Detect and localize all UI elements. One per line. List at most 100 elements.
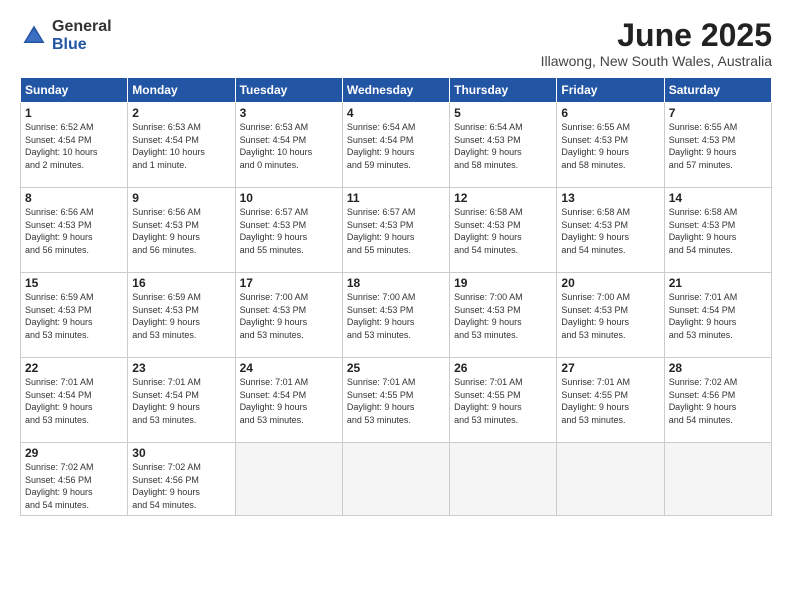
col-thursday: Thursday <box>450 78 557 103</box>
day-number: 18 <box>347 276 445 290</box>
table-row: 11Sunrise: 6:57 AM Sunset: 4:53 PM Dayli… <box>342 188 449 273</box>
day-info: Sunrise: 6:53 AM Sunset: 4:54 PM Dayligh… <box>240 121 338 171</box>
day-number: 16 <box>132 276 230 290</box>
table-row: 17Sunrise: 7:00 AM Sunset: 4:53 PM Dayli… <box>235 273 342 358</box>
calendar-page: General Blue June 2025 Illawong, New Sou… <box>0 0 792 612</box>
table-row: 2Sunrise: 6:53 AM Sunset: 4:54 PM Daylig… <box>128 103 235 188</box>
table-row <box>450 443 557 515</box>
table-row: 4Sunrise: 6:54 AM Sunset: 4:54 PM Daylig… <box>342 103 449 188</box>
table-row: 21Sunrise: 7:01 AM Sunset: 4:54 PM Dayli… <box>664 273 771 358</box>
header: General Blue June 2025 Illawong, New Sou… <box>20 18 772 69</box>
day-number: 11 <box>347 191 445 205</box>
table-row: 16Sunrise: 6:59 AM Sunset: 4:53 PM Dayli… <box>128 273 235 358</box>
day-info: Sunrise: 7:01 AM Sunset: 4:55 PM Dayligh… <box>347 376 445 426</box>
day-number: 13 <box>561 191 659 205</box>
day-number: 30 <box>132 446 230 460</box>
day-number: 22 <box>25 361 123 375</box>
day-info: Sunrise: 6:56 AM Sunset: 4:53 PM Dayligh… <box>132 206 230 256</box>
day-info: Sunrise: 6:58 AM Sunset: 4:53 PM Dayligh… <box>454 206 552 256</box>
table-row: 22Sunrise: 7:01 AM Sunset: 4:54 PM Dayli… <box>21 358 128 443</box>
day-info: Sunrise: 6:57 AM Sunset: 4:53 PM Dayligh… <box>347 206 445 256</box>
day-info: Sunrise: 6:54 AM Sunset: 4:54 PM Dayligh… <box>347 121 445 171</box>
day-info: Sunrise: 7:02 AM Sunset: 4:56 PM Dayligh… <box>25 461 123 511</box>
day-info: Sunrise: 6:55 AM Sunset: 4:53 PM Dayligh… <box>561 121 659 171</box>
table-row: 1Sunrise: 6:52 AM Sunset: 4:54 PM Daylig… <box>21 103 128 188</box>
table-row: 15Sunrise: 6:59 AM Sunset: 4:53 PM Dayli… <box>21 273 128 358</box>
day-number: 10 <box>240 191 338 205</box>
table-row <box>235 443 342 515</box>
table-row: 8Sunrise: 6:56 AM Sunset: 4:53 PM Daylig… <box>21 188 128 273</box>
day-number: 14 <box>669 191 767 205</box>
table-row: 19Sunrise: 7:00 AM Sunset: 4:53 PM Dayli… <box>450 273 557 358</box>
table-row: 27Sunrise: 7:01 AM Sunset: 4:55 PM Dayli… <box>557 358 664 443</box>
table-row: 14Sunrise: 6:58 AM Sunset: 4:53 PM Dayli… <box>664 188 771 273</box>
day-info: Sunrise: 6:58 AM Sunset: 4:53 PM Dayligh… <box>669 206 767 256</box>
day-number: 28 <box>669 361 767 375</box>
day-info: Sunrise: 6:54 AM Sunset: 4:53 PM Dayligh… <box>454 121 552 171</box>
col-wednesday: Wednesday <box>342 78 449 103</box>
col-saturday: Saturday <box>664 78 771 103</box>
table-row: 25Sunrise: 7:01 AM Sunset: 4:55 PM Dayli… <box>342 358 449 443</box>
day-info: Sunrise: 7:01 AM Sunset: 4:54 PM Dayligh… <box>25 376 123 426</box>
day-info: Sunrise: 7:01 AM Sunset: 4:54 PM Dayligh… <box>132 376 230 426</box>
table-row: 9Sunrise: 6:56 AM Sunset: 4:53 PM Daylig… <box>128 188 235 273</box>
day-number: 12 <box>454 191 552 205</box>
table-row: 29Sunrise: 7:02 AM Sunset: 4:56 PM Dayli… <box>21 443 128 515</box>
day-info: Sunrise: 7:00 AM Sunset: 4:53 PM Dayligh… <box>240 291 338 341</box>
day-info: Sunrise: 6:53 AM Sunset: 4:54 PM Dayligh… <box>132 121 230 171</box>
table-row: 24Sunrise: 7:01 AM Sunset: 4:54 PM Dayli… <box>235 358 342 443</box>
col-friday: Friday <box>557 78 664 103</box>
table-row: 26Sunrise: 7:01 AM Sunset: 4:55 PM Dayli… <box>450 358 557 443</box>
location-subtitle: Illawong, New South Wales, Australia <box>541 53 772 69</box>
day-info: Sunrise: 7:02 AM Sunset: 4:56 PM Dayligh… <box>669 376 767 426</box>
day-number: 9 <box>132 191 230 205</box>
table-row: 28Sunrise: 7:02 AM Sunset: 4:56 PM Dayli… <box>664 358 771 443</box>
table-row: 23Sunrise: 7:01 AM Sunset: 4:54 PM Dayli… <box>128 358 235 443</box>
table-row: 3Sunrise: 6:53 AM Sunset: 4:54 PM Daylig… <box>235 103 342 188</box>
logo-text: General Blue <box>52 18 112 53</box>
table-row <box>342 443 449 515</box>
day-number: 24 <box>240 361 338 375</box>
table-row <box>557 443 664 515</box>
title-area: June 2025 Illawong, New South Wales, Aus… <box>541 18 772 69</box>
table-row: 30Sunrise: 7:02 AM Sunset: 4:56 PM Dayli… <box>128 443 235 515</box>
table-row: 12Sunrise: 6:58 AM Sunset: 4:53 PM Dayli… <box>450 188 557 273</box>
day-number: 7 <box>669 106 767 120</box>
logo-blue: Blue <box>52 36 112 54</box>
day-number: 5 <box>454 106 552 120</box>
logo-area: General Blue <box>20 18 112 53</box>
day-number: 21 <box>669 276 767 290</box>
day-number: 27 <box>561 361 659 375</box>
logo-general: General <box>52 18 112 36</box>
table-row: 18Sunrise: 7:00 AM Sunset: 4:53 PM Dayli… <box>342 273 449 358</box>
table-row: 5Sunrise: 6:54 AM Sunset: 4:53 PM Daylig… <box>450 103 557 188</box>
table-row: 20Sunrise: 7:00 AM Sunset: 4:53 PM Dayli… <box>557 273 664 358</box>
day-info: Sunrise: 7:00 AM Sunset: 4:53 PM Dayligh… <box>347 291 445 341</box>
col-monday: Monday <box>128 78 235 103</box>
day-number: 19 <box>454 276 552 290</box>
day-number: 15 <box>25 276 123 290</box>
day-number: 1 <box>25 106 123 120</box>
day-info: Sunrise: 7:02 AM Sunset: 4:56 PM Dayligh… <box>132 461 230 511</box>
day-info: Sunrise: 6:59 AM Sunset: 4:53 PM Dayligh… <box>132 291 230 341</box>
day-number: 4 <box>347 106 445 120</box>
day-info: Sunrise: 7:01 AM Sunset: 4:54 PM Dayligh… <box>240 376 338 426</box>
day-info: Sunrise: 7:01 AM Sunset: 4:55 PM Dayligh… <box>454 376 552 426</box>
day-info: Sunrise: 6:56 AM Sunset: 4:53 PM Dayligh… <box>25 206 123 256</box>
day-number: 25 <box>347 361 445 375</box>
day-info: Sunrise: 6:59 AM Sunset: 4:53 PM Dayligh… <box>25 291 123 341</box>
day-number: 23 <box>132 361 230 375</box>
day-info: Sunrise: 6:57 AM Sunset: 4:53 PM Dayligh… <box>240 206 338 256</box>
calendar-table: Sunday Monday Tuesday Wednesday Thursday… <box>20 77 772 515</box>
day-number: 6 <box>561 106 659 120</box>
header-row: Sunday Monday Tuesday Wednesday Thursday… <box>21 78 772 103</box>
day-number: 17 <box>240 276 338 290</box>
table-row: 6Sunrise: 6:55 AM Sunset: 4:53 PM Daylig… <box>557 103 664 188</box>
table-row: 7Sunrise: 6:55 AM Sunset: 4:53 PM Daylig… <box>664 103 771 188</box>
table-row: 10Sunrise: 6:57 AM Sunset: 4:53 PM Dayli… <box>235 188 342 273</box>
table-row <box>664 443 771 515</box>
day-info: Sunrise: 7:01 AM Sunset: 4:54 PM Dayligh… <box>669 291 767 341</box>
day-number: 26 <box>454 361 552 375</box>
day-info: Sunrise: 6:52 AM Sunset: 4:54 PM Dayligh… <box>25 121 123 171</box>
day-number: 8 <box>25 191 123 205</box>
